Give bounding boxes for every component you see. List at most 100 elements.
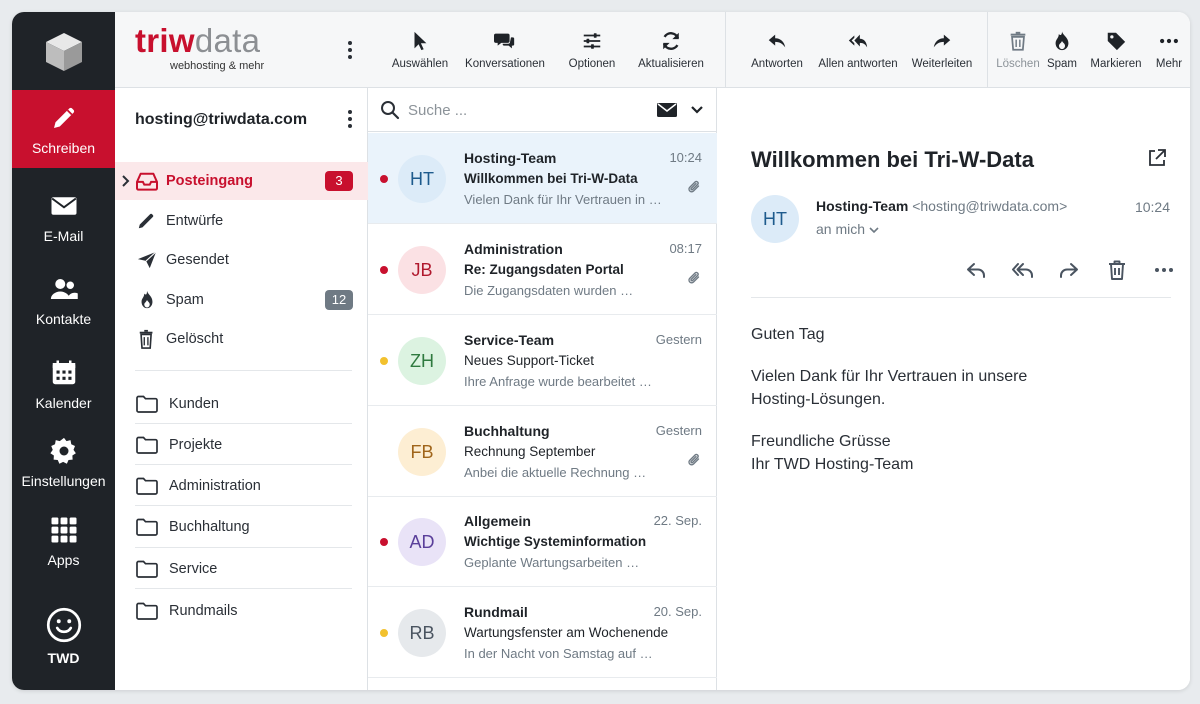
app-window: Schreiben E-Mail Kontakte Kalender Einst…	[12, 12, 1190, 690]
folder-custom-label: Service	[169, 561, 218, 577]
sender-avatar: HT	[751, 195, 799, 243]
search-icon	[381, 101, 400, 120]
sender-avatar: ZH	[398, 337, 446, 385]
folder-divider	[135, 547, 352, 548]
folder-custom-administration[interactable]: Administration	[115, 466, 368, 506]
message-sender: Hosting-Team	[464, 150, 557, 166]
delete-button-label: Löschen	[996, 58, 1040, 70]
contacts-icon	[50, 278, 78, 299]
reply-arrow-icon[interactable]	[964, 258, 988, 282]
more-dots-icon[interactable]	[1152, 258, 1176, 282]
rail-contacts[interactable]: Kontakte	[12, 261, 115, 339]
message-sender: Administration	[464, 241, 563, 257]
folder-spam[interactable]: Spam 12	[115, 281, 368, 319]
open-external-icon[interactable]	[1147, 148, 1167, 168]
message-row[interactable]: HT Hosting-Team 10:24 Willkommen bei Tri-W-…	[368, 133, 717, 224]
message-preview: Anbei die aktuelle Rechnung …	[464, 465, 647, 480]
flame-icon	[1055, 31, 1069, 51]
message-subject: Wichtige Systeminformation	[464, 534, 647, 549]
spam-button[interactable]: Spam	[1044, 12, 1080, 88]
message-subject: Willkommen bei Tri-W-Data	[464, 171, 638, 186]
options-button[interactable]: Optionen	[564, 12, 620, 88]
rail-email[interactable]: E-Mail	[12, 178, 115, 256]
folder-custom-buchhaltung[interactable]: Buchhaltung	[115, 507, 368, 547]
folder-trash[interactable]: Gelöscht	[115, 320, 368, 358]
account-menu-kebab-icon[interactable]	[340, 107, 360, 131]
rail-apps-label: Apps	[47, 551, 80, 568]
smiley-icon	[46, 607, 81, 642]
sender-name: Hosting-Team	[816, 198, 909, 214]
rail-calendar[interactable]: Kalender	[12, 345, 115, 423]
message-preview: In der Nacht von Samstag auf …	[464, 646, 653, 661]
folder-divider	[135, 464, 352, 465]
brand-tagline: webhosting & mehr	[170, 60, 265, 72]
header-divider	[751, 297, 1171, 298]
rail-apps[interactable]: Apps	[12, 502, 115, 580]
message-row[interactable]: RB Rundmail 20. Sep. Wartungsfenster am Woc…	[368, 587, 717, 678]
chevron-right-icon	[122, 175, 130, 187]
more-dots-icon	[1160, 38, 1178, 44]
delete-button[interactable]: Löschen	[996, 12, 1040, 88]
pencil-icon	[53, 107, 74, 128]
message-time: 22. Sep.	[653, 513, 702, 528]
folder-custom-service[interactable]: Service	[115, 549, 368, 589]
folder-drafts[interactable]: Entwürfe	[115, 202, 368, 240]
rail-compose[interactable]: Schreiben	[12, 90, 115, 168]
select-button[interactable]: Auswählen	[390, 12, 450, 88]
rail-settings[interactable]: Einstellungen	[12, 423, 115, 501]
folder-custom-projekte[interactable]: Projekte	[115, 425, 368, 465]
refresh-button[interactable]: Aktualisieren	[636, 12, 706, 88]
folder-divider	[135, 505, 352, 506]
folder-custom-label: Projekte	[169, 437, 223, 453]
message-preview: Geplante Wartungsarbeiten …	[464, 555, 640, 570]
chevron-down-icon	[869, 227, 879, 234]
forward-arrow-icon[interactable]	[1057, 258, 1081, 282]
message-time: Gestern	[655, 423, 702, 438]
message-subject: Wartungsfenster am Wochenende	[464, 625, 669, 640]
brand-menu-kebab-icon[interactable]	[340, 38, 360, 62]
cursor-arrow-icon	[414, 31, 427, 51]
message-row[interactable]: AD Allgemein 22. Sep. Wichtige Systeminform…	[368, 496, 717, 587]
folder-inbox[interactable]: Posteingang 3	[115, 162, 368, 200]
folder-sidebar: triwdata webhosting & mehr hosting@triwd…	[115, 12, 368, 690]
recipient-toggle[interactable]: an mich	[816, 221, 879, 237]
message-sender: Buchhaltung	[464, 423, 550, 439]
app-rail: Schreiben E-Mail Kontakte Kalender Einst…	[12, 12, 115, 690]
search-input[interactable]	[408, 98, 638, 122]
conversations-button-label: Konversationen	[465, 58, 545, 70]
folder-custom-kunden[interactable]: Kunden	[115, 384, 368, 424]
spam-count-badge: 12	[325, 290, 353, 310]
message-row[interactable]: JB Administration 08:17 Re: Zugangsdaten Po…	[368, 224, 717, 315]
mark-button[interactable]: Markieren	[1087, 12, 1145, 88]
reply-button-label: Antworten	[751, 58, 803, 70]
reply-all-button[interactable]: Allen antworten	[818, 12, 898, 88]
folder-trash-label: Gelöscht	[166, 331, 224, 347]
brand-logo: triwdata	[135, 22, 260, 60]
inbox-tray-icon	[136, 172, 158, 191]
toolbar-divider	[987, 12, 988, 88]
message-time: 10:24	[1134, 199, 1170, 215]
trash-icon[interactable]	[1105, 258, 1129, 282]
forward-button[interactable]: Weiterleiten	[912, 12, 972, 88]
message-row[interactable]: ZH Service-Team Gestern Neues Support-Ticke…	[368, 315, 717, 406]
rail-profile[interactable]: TWD	[12, 597, 115, 675]
sender-avatar: JB	[398, 246, 446, 294]
sender-avatar: RB	[398, 609, 446, 657]
rail-compose-label: Schreiben	[31, 139, 96, 156]
envelope-filter-icon[interactable]	[657, 102, 677, 118]
folder-sent[interactable]: Gesendet	[115, 241, 368, 279]
search-bar	[368, 88, 717, 132]
folder-custom-label: Rundmails	[169, 603, 238, 619]
unread-dot	[380, 175, 388, 183]
message-time: Gestern	[655, 332, 702, 347]
reply-all-button-label: Allen antworten	[818, 58, 898, 70]
chevron-down-icon[interactable]	[690, 104, 704, 116]
more-button[interactable]: Mehr	[1154, 12, 1184, 88]
folder-divider	[135, 588, 352, 589]
folder-custom-rundmails[interactable]: Rundmails	[115, 591, 368, 631]
tag-icon	[1107, 32, 1126, 51]
reply-all-arrow-icon[interactable]	[1011, 258, 1035, 282]
conversations-button[interactable]: Konversationen	[464, 12, 546, 88]
reply-button[interactable]: Antworten	[749, 12, 805, 88]
message-row[interactable]: FB Buchhaltung Gestern Rechnung September An…	[368, 406, 717, 497]
